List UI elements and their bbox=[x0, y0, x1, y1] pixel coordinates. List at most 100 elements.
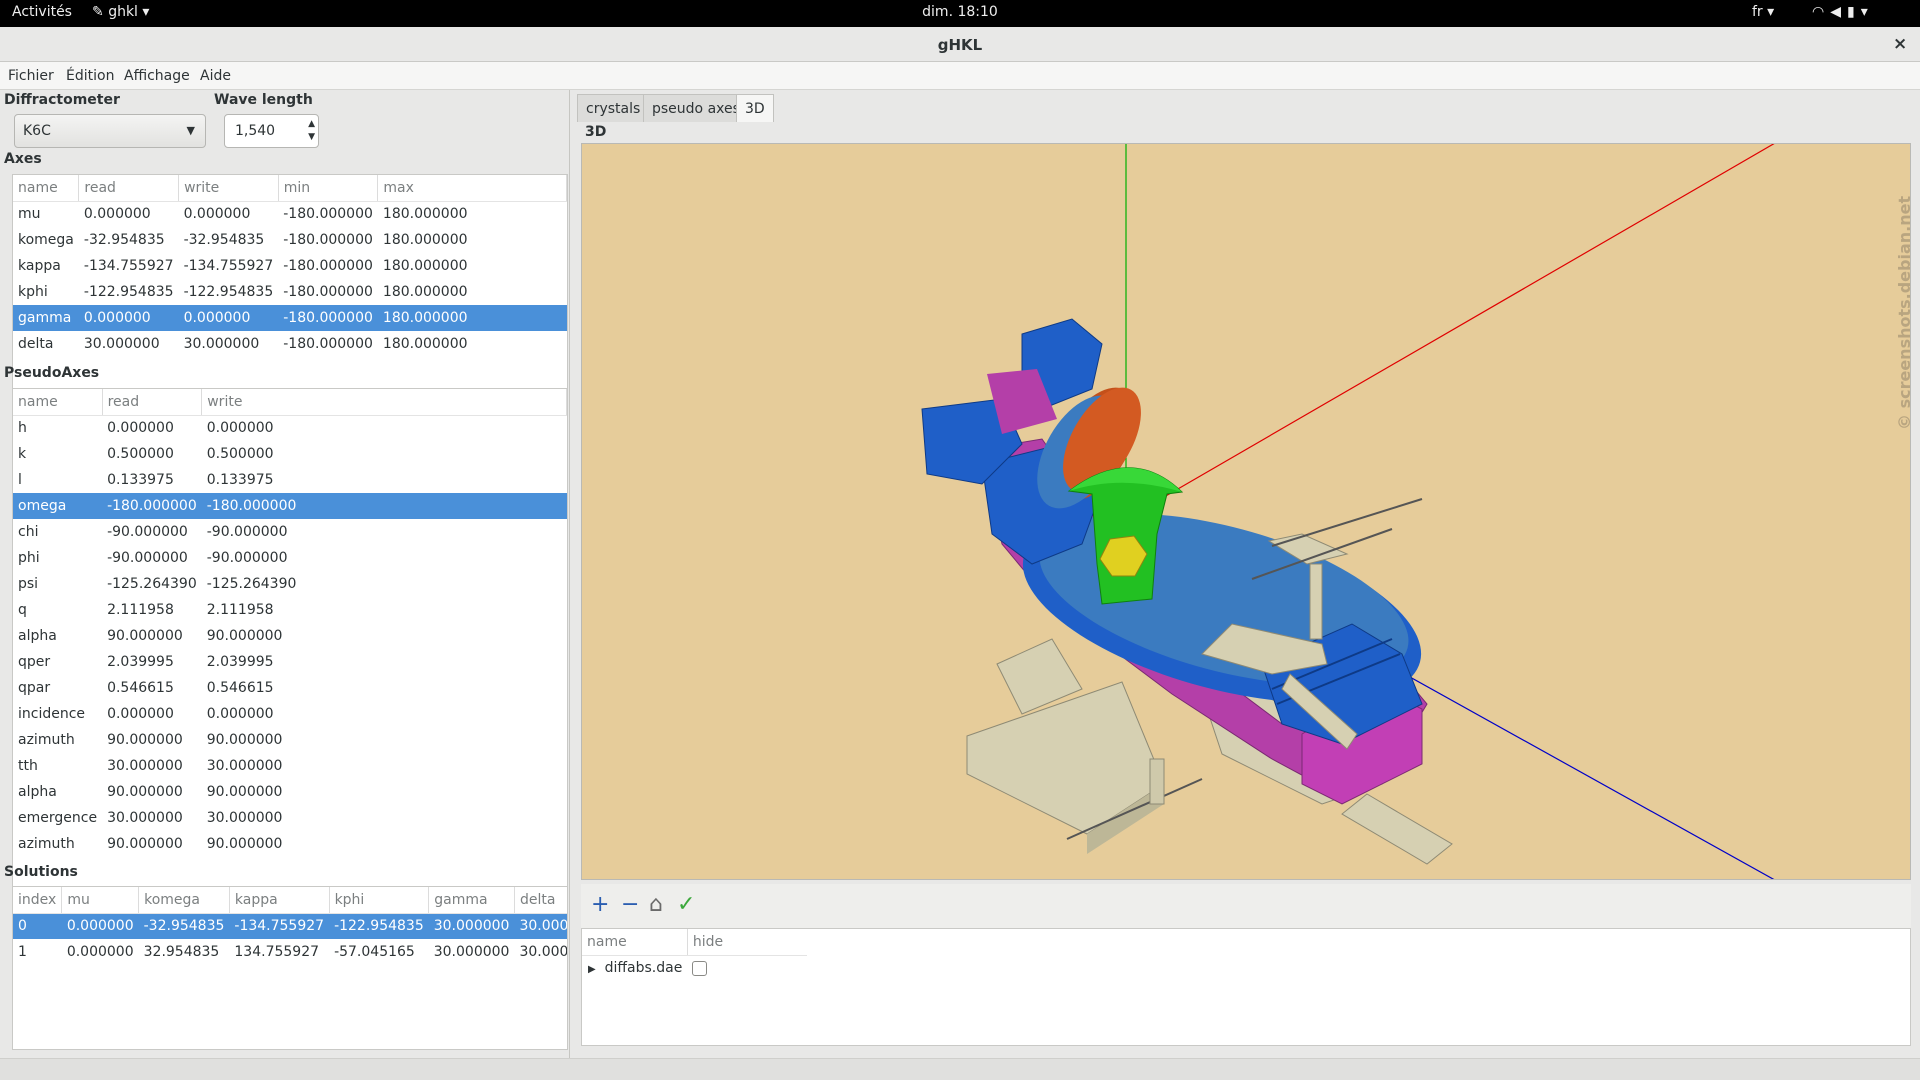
zoom-out-icon[interactable]: − bbox=[621, 892, 639, 917]
table-row[interactable]: chi -90.000000 -90.000000 bbox=[13, 519, 567, 545]
cell[interactable]: 180.000000 bbox=[378, 279, 567, 305]
tree-row[interactable]: ▶ diffabs.dae bbox=[582, 955, 807, 981]
column-header[interactable]: name bbox=[582, 929, 688, 956]
column-header[interactable]: kphi bbox=[329, 887, 430, 914]
menu-view[interactable]: Affichage bbox=[124, 68, 190, 84]
hide-checkbox[interactable] bbox=[692, 960, 708, 976]
tab-crystals[interactable]: crystals bbox=[577, 94, 650, 122]
cell[interactable]: 30.000000 bbox=[179, 331, 279, 357]
clock[interactable]: dim. 18:10 bbox=[0, 4, 1920, 20]
cell[interactable]: 180.000000 bbox=[378, 331, 567, 357]
table-row-selected[interactable]: 0 0.000000 -32.954835 -134.755927 -122.95483… bbox=[13, 913, 567, 939]
cell[interactable]: -90.000000 bbox=[202, 545, 567, 571]
cell[interactable]: 0.000000 bbox=[178, 305, 279, 331]
table-row[interactable]: l 0.133975 0.133975 bbox=[13, 467, 567, 493]
table-row[interactable]: alpha 90.000000 90.000000 bbox=[13, 623, 567, 649]
table-row[interactable]: tth 30.000000 30.000000 bbox=[13, 753, 567, 779]
cell[interactable]: 90.000000 bbox=[202, 779, 567, 805]
cell[interactable]: 0.000000 bbox=[202, 701, 567, 727]
decrement-icon[interactable]: ▼ bbox=[308, 131, 315, 144]
column-header[interactable]: mu bbox=[61, 887, 140, 914]
cell[interactable]: 0.546615 bbox=[202, 675, 567, 701]
cell[interactable]: 180.000000 bbox=[378, 227, 567, 253]
cell[interactable]: -180.000000 bbox=[278, 331, 378, 357]
cell[interactable]: 0.000000 bbox=[202, 415, 567, 441]
column-header[interactable]: name bbox=[13, 175, 80, 202]
expander-icon[interactable]: ▶ bbox=[588, 964, 596, 975]
column-header[interactable]: write bbox=[201, 389, 567, 416]
table-row[interactable]: 1 0.000000 32.954835 134.755927 -57.045165 30… bbox=[13, 939, 567, 965]
cell[interactable]: -180.000000 bbox=[278, 201, 378, 227]
cell[interactable]: 180.000000 bbox=[378, 253, 567, 279]
menu-edit[interactable]: Édition bbox=[66, 68, 114, 84]
menu-help[interactable]: Aide bbox=[200, 68, 231, 84]
increment-icon[interactable]: ▲ bbox=[308, 118, 315, 131]
cell[interactable]: -180.000000 bbox=[278, 305, 378, 331]
cell[interactable]: 90.000000 bbox=[202, 623, 567, 649]
table-row[interactable]: komega -32.954835 -32.954835 -180.000000 180… bbox=[13, 227, 567, 253]
column-header[interactable]: komega bbox=[138, 887, 230, 914]
column-header[interactable]: read bbox=[78, 175, 180, 202]
language-indicator[interactable]: fr ▾ bbox=[1752, 4, 1774, 20]
table-row-selected[interactable]: omega -180.000000 -180.000000 bbox=[13, 493, 567, 519]
cell[interactable]: 0.133975 bbox=[202, 467, 567, 493]
table-row[interactable]: emergence 30.000000 30.000000 bbox=[13, 805, 567, 831]
column-header[interactable]: index bbox=[13, 887, 63, 914]
table-row[interactable]: kappa -134.755927 -134.755927 -180.000000 18… bbox=[13, 253, 567, 279]
column-header[interactable]: write bbox=[178, 175, 279, 202]
cell[interactable]: 0.500000 bbox=[202, 441, 567, 467]
cell[interactable]: 90.000000 bbox=[202, 727, 567, 753]
column-header[interactable]: read bbox=[102, 389, 203, 416]
system-tray[interactable]: ◠◀▮▾ bbox=[1812, 4, 1874, 20]
cell[interactable]: -180.000000 bbox=[278, 253, 378, 279]
table-row[interactable]: qper 2.039995 2.039995 bbox=[13, 649, 567, 675]
column-header[interactable]: name bbox=[13, 389, 103, 416]
cell[interactable]: 2.111958 bbox=[202, 597, 567, 623]
cell[interactable]: 0.000000 bbox=[179, 201, 279, 227]
cell[interactable]: -180.000000 bbox=[278, 227, 378, 253]
column-header[interactable]: max bbox=[377, 175, 567, 202]
table-row[interactable]: k 0.500000 0.500000 bbox=[13, 441, 567, 467]
column-header[interactable]: delta bbox=[514, 887, 567, 914]
table-row-selected[interactable]: gamma 0.000000 0.000000 -180.000000 180.0000… bbox=[13, 305, 567, 331]
menu-file[interactable]: Fichier bbox=[8, 68, 54, 84]
apply-check-icon[interactable]: ✓ bbox=[677, 892, 695, 917]
wavelength-spinbox[interactable]: 1,540 ▲ ▼ bbox=[224, 114, 319, 148]
cell[interactable]: 180.000000 bbox=[378, 201, 567, 227]
table-row[interactable]: phi -90.000000 -90.000000 bbox=[13, 545, 567, 571]
close-icon[interactable]: × bbox=[1893, 34, 1907, 54]
table-row[interactable]: h 0.000000 0.000000 bbox=[13, 415, 567, 441]
table-row[interactable]: azimuth 90.000000 90.000000 bbox=[13, 831, 567, 857]
table-row[interactable]: q 2.111958 2.111958 bbox=[13, 597, 567, 623]
cell[interactable]: -180.000000 bbox=[201, 493, 567, 519]
tab-pseudo-axes[interactable]: pseudo axes bbox=[643, 94, 749, 122]
table-row[interactable]: incidence 0.000000 0.000000 bbox=[13, 701, 567, 727]
cell[interactable]: 90.000000 bbox=[202, 831, 567, 857]
column-header[interactable]: gamma bbox=[428, 887, 515, 914]
table-row[interactable]: kphi -122.954835 -122.954835 -180.000000 180… bbox=[13, 279, 567, 305]
cell[interactable]: 180.000000 bbox=[377, 305, 567, 331]
table-row[interactable]: delta 30.000000 30.000000 -180.000000 180.00… bbox=[13, 331, 567, 357]
table-row[interactable]: alpha 90.000000 90.000000 bbox=[13, 779, 567, 805]
cell[interactable]: 30.000000 bbox=[202, 805, 567, 831]
column-header[interactable]: kappa bbox=[229, 887, 330, 914]
column-header[interactable]: min bbox=[278, 175, 379, 202]
3d-viewport[interactable] bbox=[581, 143, 1911, 880]
cell[interactable]: -134.755927 bbox=[179, 253, 279, 279]
cell[interactable]: 30.000000 bbox=[202, 753, 567, 779]
table-row[interactable]: qpar 0.546615 0.546615 bbox=[13, 675, 567, 701]
cell[interactable]: -90.000000 bbox=[202, 519, 567, 545]
table-row[interactable]: azimuth 90.000000 90.000000 bbox=[13, 727, 567, 753]
cell[interactable]: -180.000000 bbox=[278, 279, 378, 305]
column-header[interactable]: hide bbox=[687, 929, 808, 956]
table-row[interactable]: psi -125.264390 -125.264390 bbox=[13, 571, 567, 597]
zoom-in-icon[interactable]: + bbox=[591, 892, 609, 917]
tab-3d[interactable]: 3D bbox=[736, 94, 774, 122]
cell[interactable]: 2.039995 bbox=[202, 649, 567, 675]
cell[interactable]: -122.954835 bbox=[179, 279, 279, 305]
home-icon[interactable]: ⌂ bbox=[649, 892, 663, 917]
cell[interactable]: -125.264390 bbox=[202, 571, 567, 597]
diffractometer-combo[interactable]: K6C ▼ bbox=[14, 114, 206, 148]
cell[interactable]: -32.954835 bbox=[179, 227, 279, 253]
table-row[interactable]: mu 0.000000 0.000000 -180.000000 180.000000 bbox=[13, 201, 567, 227]
